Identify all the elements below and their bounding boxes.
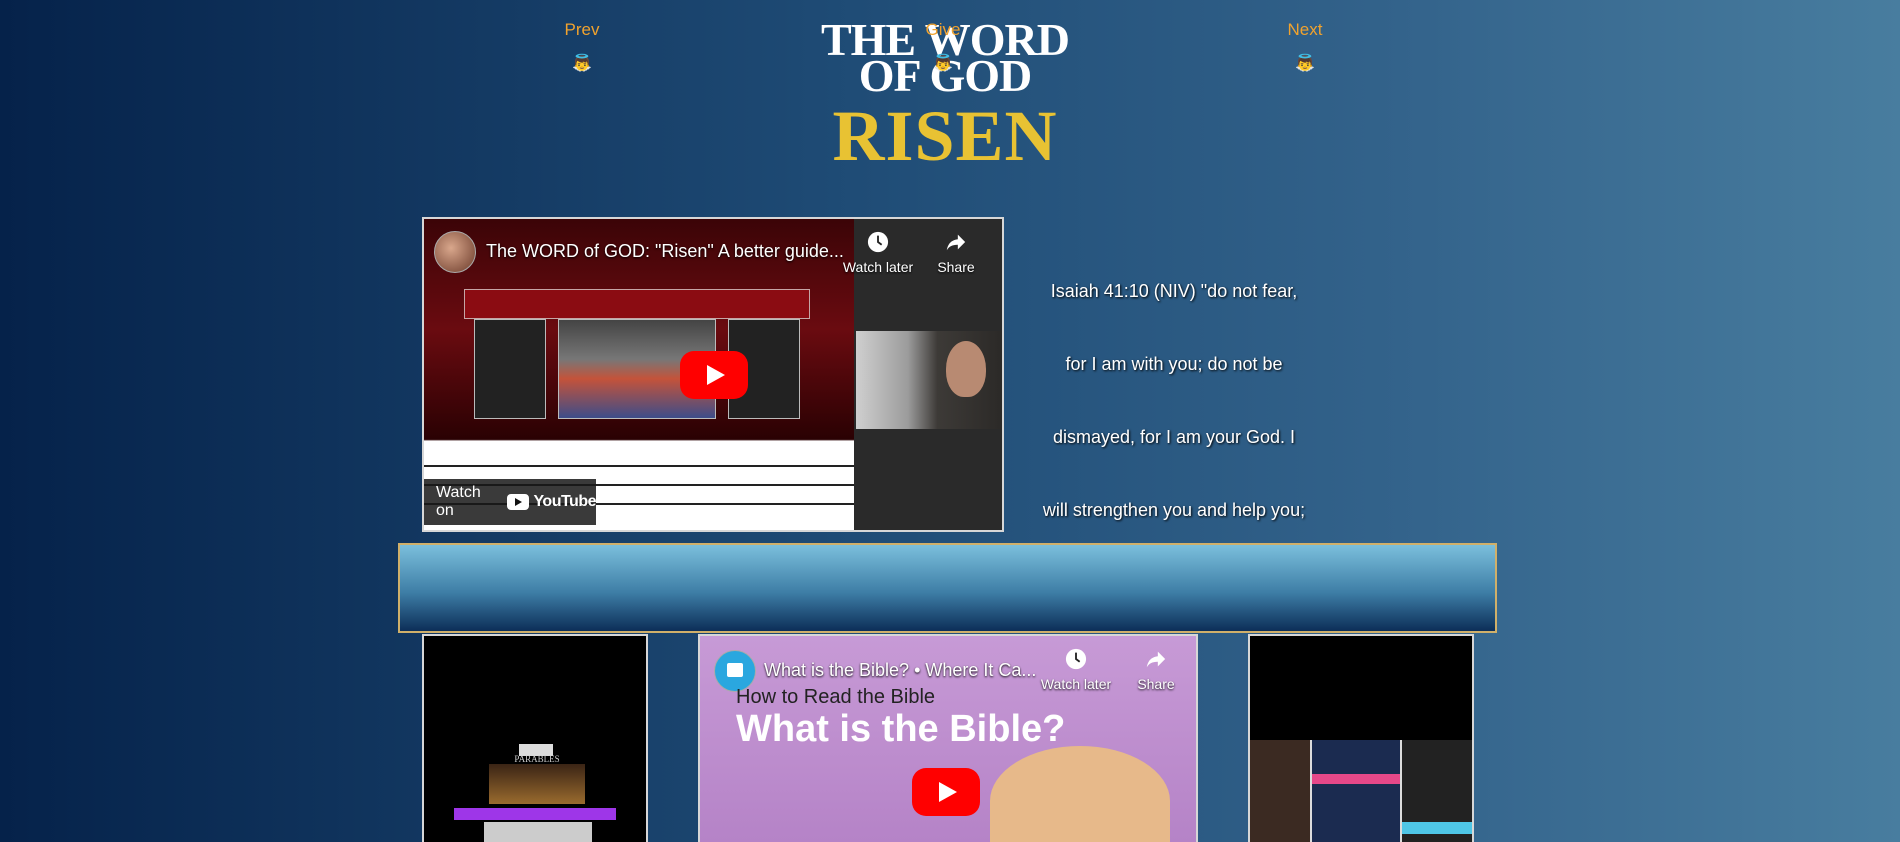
watch-on-youtube-button[interactable]: Watch on YouTube (424, 479, 596, 525)
video-title[interactable]: The WORD of GOD: "Risen" A better guide.… (486, 241, 844, 262)
watch-on-label: Watch on (436, 484, 481, 519)
give-link[interactable]: Give 👼 (873, 20, 1013, 74)
verse-line: will strengthen you and help you; (1042, 500, 1306, 520)
share-icon (946, 234, 966, 251)
thumbnail-panel-left (474, 319, 546, 419)
thumbnail-nav-strip (464, 289, 810, 319)
logo-line-3: RISEN (832, 96, 1058, 176)
cherub-icon: 👼 (933, 55, 953, 72)
youtube-wordmark: YouTube (533, 493, 596, 510)
preview-image (489, 764, 585, 804)
prev-link[interactable]: Prev 👼 (512, 20, 652, 74)
video-subtitle: How to Read the Bible (736, 686, 936, 708)
share-icon (1146, 651, 1166, 668)
page-navigation-bar (398, 543, 1497, 633)
youtube-logo: YouTube (507, 493, 596, 511)
next-link[interactable]: Next 👼 (1235, 20, 1375, 74)
play-button[interactable] (680, 351, 748, 399)
cherub-icon: 👼 (572, 55, 592, 72)
clock-icon (1065, 648, 1087, 670)
preview-card (484, 822, 592, 842)
channel-avatar[interactable] (434, 231, 476, 273)
preview-banner (454, 808, 616, 820)
share-button[interactable]: Share (926, 231, 986, 275)
play-button[interactable] (912, 768, 980, 816)
preview-title: PARABLES (514, 754, 560, 764)
clock-icon (867, 231, 889, 253)
watch-later-button[interactable]: Watch later (1036, 648, 1116, 692)
video-header: The WORD of GOD: "Risen" A better guide.… (424, 219, 1002, 289)
preview-highlight (1312, 774, 1400, 784)
main-video-embed[interactable]: The WORD of GOD: "Risen" A better guide.… (422, 217, 1004, 532)
verse-line: Isaiah 41:10 (NIV) "do not fear, (1050, 281, 1298, 301)
presenter-face (946, 341, 986, 397)
youtube-play-icon (507, 494, 530, 510)
parables-page-preview[interactable]: PARABLES (422, 634, 648, 842)
verse-line: for I am with you; do not be (1065, 354, 1283, 374)
preview-highlight (1402, 822, 1472, 834)
watch-later-label: Watch later (1040, 676, 1112, 692)
share-button[interactable]: Share (1126, 648, 1186, 692)
share-label: Share (937, 259, 975, 275)
next-page-preview[interactable] (1248, 634, 1474, 842)
share-label: Share (1137, 676, 1175, 692)
prev-label: Prev (564, 20, 600, 39)
next-label: Next (1287, 20, 1323, 39)
watch-later-label: Watch later (842, 259, 914, 275)
cherub-icon: 👼 (1295, 55, 1315, 72)
webcam-view (856, 331, 1002, 429)
scripture-verse: Isaiah 41:10 (NIV) "do not fear, for I a… (1024, 255, 1324, 547)
second-video-embed[interactable]: What is the Bible? • Where It Ca... Watc… (698, 634, 1198, 842)
watch-later-button[interactable]: Watch later (838, 231, 918, 275)
video-headline: What is the Bible? (736, 708, 1066, 750)
give-label: Give (925, 20, 961, 39)
illustrated-figure (990, 746, 1170, 842)
verse-line: dismayed, for I am your God. I (1052, 427, 1296, 447)
video-title[interactable]: What is the Bible? • Where It Ca... (764, 660, 1036, 681)
